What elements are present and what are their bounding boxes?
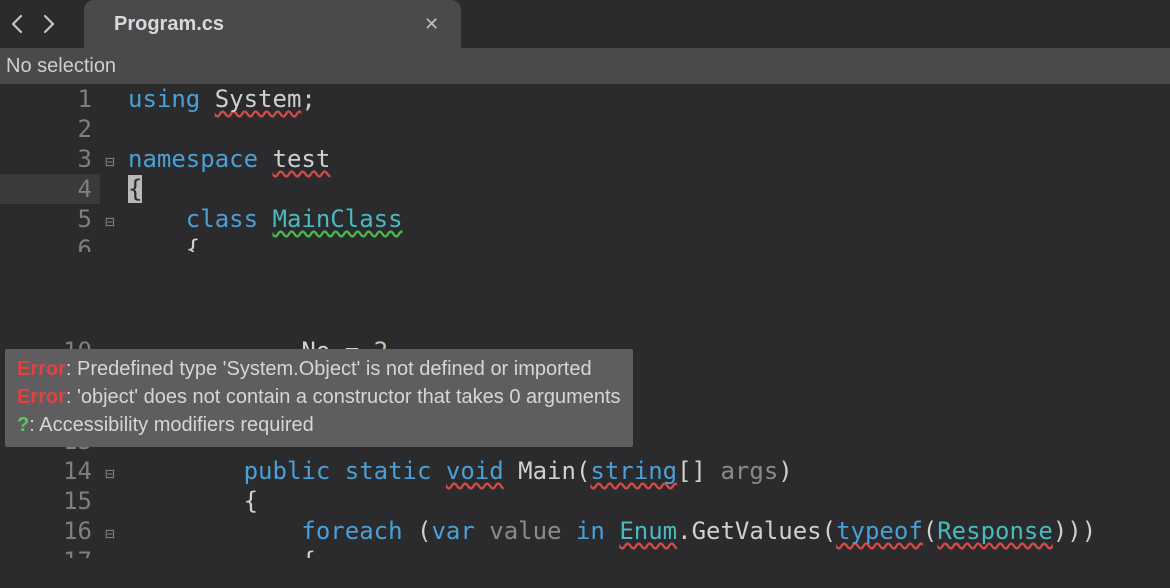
fold-toggle-icon[interactable]: ⊟ bbox=[100, 207, 120, 237]
fold-gutter bbox=[100, 177, 120, 207]
code-text: { bbox=[120, 546, 316, 558]
tab-bar: Program.cs ✕ bbox=[0, 0, 1170, 48]
nav-back-icon[interactable] bbox=[10, 14, 24, 34]
code-text: public static void Main(string[] args) bbox=[120, 456, 793, 486]
code-text: foreach (var value in Enum.GetValues(typ… bbox=[120, 516, 1096, 546]
file-tab[interactable]: Program.cs ✕ bbox=[84, 0, 461, 48]
line-number: 1 bbox=[0, 84, 100, 114]
code-text: { bbox=[120, 174, 142, 204]
fold-toggle-icon[interactable]: ⊟ bbox=[100, 519, 120, 549]
code-line[interactable]: 17 { bbox=[0, 546, 1170, 558]
breadcrumb-text: No selection bbox=[6, 55, 116, 78]
tooltip-line: Error: 'object' does not contain a const… bbox=[17, 383, 621, 411]
tooltip-line: Error: Predefined type 'System.Object' i… bbox=[17, 355, 621, 383]
code-line[interactable]: 16 ⊟ foreach (var value in Enum.GetValue… bbox=[0, 516, 1170, 546]
breadcrumb: No selection bbox=[0, 48, 1170, 84]
close-icon[interactable]: ✕ bbox=[424, 14, 439, 35]
code-editor[interactable]: 1 using System; 2 3 ⊟ namespace test 4 {… bbox=[0, 84, 1170, 558]
fold-toggle-icon[interactable]: ⊟ bbox=[100, 459, 120, 489]
line-number: 5 bbox=[0, 204, 100, 234]
code-line[interactable]: 5 ⊟ class MainClass bbox=[0, 204, 1170, 234]
line-number: 2 bbox=[0, 114, 100, 144]
fold-gutter bbox=[100, 489, 120, 519]
error-tooltip: Error: Predefined type 'System.Object' i… bbox=[5, 349, 633, 447]
fold-gutter bbox=[100, 549, 120, 558]
fold-toggle-icon[interactable]: ⊟ bbox=[100, 147, 120, 177]
code-text: { bbox=[120, 486, 258, 516]
line-number: 4 bbox=[0, 174, 100, 204]
code-text: namespace test bbox=[120, 144, 330, 174]
line-number: 3 bbox=[0, 144, 100, 174]
code-line[interactable]: 14 ⊟ public static void Main(string[] ar… bbox=[0, 456, 1170, 486]
line-number: 15 bbox=[0, 486, 100, 516]
code-line[interactable]: 2 bbox=[0, 114, 1170, 144]
code-line[interactable]: 1 using System; bbox=[0, 84, 1170, 114]
line-number: 14 bbox=[0, 456, 100, 486]
line-number: 17 bbox=[0, 546, 100, 558]
text-cursor: { bbox=[128, 175, 142, 203]
nav-forward-icon[interactable] bbox=[42, 14, 56, 34]
line-number: 6 bbox=[0, 234, 100, 252]
fold-gutter bbox=[100, 237, 120, 252]
code-text: { bbox=[120, 234, 200, 252]
code-line[interactable]: 3 ⊟ namespace test bbox=[0, 144, 1170, 174]
code-text: using System; bbox=[120, 84, 316, 114]
code-line[interactable]: 15 { bbox=[0, 486, 1170, 516]
code-text: class MainClass bbox=[120, 204, 403, 234]
tab-title: Program.cs bbox=[114, 13, 224, 36]
code-line[interactable]: 6 { bbox=[0, 234, 1170, 252]
line-number: 16 bbox=[0, 516, 100, 546]
tooltip-line: ?: Accessibility modifiers required bbox=[17, 411, 621, 439]
code-line[interactable]: 4 { bbox=[0, 174, 1170, 204]
